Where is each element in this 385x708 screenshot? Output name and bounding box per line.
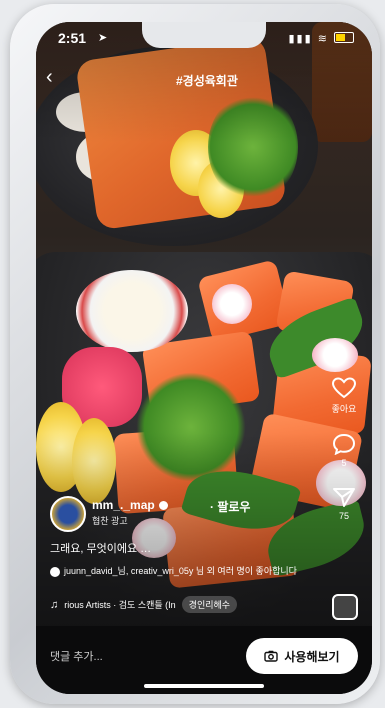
location-arrow-icon: ➤ bbox=[98, 32, 108, 44]
effect-label: 경인리헤수 bbox=[188, 600, 231, 610]
notch bbox=[142, 22, 266, 48]
back-icon[interactable]: ‹ bbox=[46, 66, 53, 89]
liked-by-row[interactable]: juunn_david_님, creativ_wri_05y 님 외 여러 명이… bbox=[50, 564, 297, 577]
signal-icon: ▮▮▮ bbox=[288, 33, 313, 45]
music-note-icon: ♫ bbox=[50, 599, 59, 611]
status-icons: ▮▮▮ ≋ bbox=[288, 31, 354, 45]
music-row[interactable]: ♫ rious Artists · 검도 스캔들 (In 경인리헤수 bbox=[50, 596, 238, 613]
username[interactable]: mm_._map bbox=[92, 498, 168, 512]
heart-icon bbox=[332, 377, 356, 399]
comment-count: 5 bbox=[341, 458, 347, 468]
action-column: 좋아요 5 75 bbox=[324, 377, 364, 539]
avatar[interactable] bbox=[50, 496, 86, 532]
share-button[interactable]: 75 bbox=[324, 486, 364, 521]
phone-frame: 2:51 ➤ ▮▮▮ ≋ ‹ #경성육회관 좋아요 5 75 mm_._map … bbox=[10, 4, 380, 704]
effect-chip[interactable]: 경인리헤수 bbox=[181, 596, 238, 613]
home-indicator bbox=[144, 684, 264, 688]
use-template-label: 사용해보기 bbox=[284, 649, 340, 664]
like-count: 좋아요 bbox=[331, 404, 357, 414]
comment-button[interactable]: 5 bbox=[324, 433, 364, 468]
verified-icon bbox=[158, 501, 168, 511]
battery-icon bbox=[334, 32, 354, 43]
wifi-icon: ≋ bbox=[317, 33, 329, 45]
username-text: mm_._map bbox=[92, 498, 155, 512]
comment-icon bbox=[332, 433, 356, 455]
music-artist: rious Artists · 검도 스캔들 (In bbox=[64, 600, 176, 610]
audio-thumbnail[interactable] bbox=[332, 594, 358, 620]
bottom-bar: 댓글 추가... 사용해보기 bbox=[36, 626, 372, 694]
comment-input[interactable]: 댓글 추가... bbox=[50, 648, 103, 664]
follow-button[interactable]: · 팔로우 bbox=[210, 498, 250, 515]
share-count: 75 bbox=[338, 511, 349, 521]
camera-icon bbox=[264, 650, 279, 662]
sponsored-label: 협찬 광고 bbox=[92, 516, 128, 526]
share-icon bbox=[333, 488, 355, 507]
like-button[interactable]: 좋아요 bbox=[324, 377, 364, 415]
photo-shade bbox=[36, 22, 372, 626]
liked-by-text: juunn_david_님, creativ_wri_05y 님 외 여러 명이… bbox=[64, 566, 297, 576]
reel-screen: 2:51 ➤ ▮▮▮ ≋ ‹ #경성육회관 좋아요 5 75 mm_._map … bbox=[36, 22, 372, 694]
food-photo[interactable] bbox=[36, 22, 372, 626]
liker-avatar bbox=[50, 566, 60, 577]
caption[interactable]: 그래요, 무엇이에요 … bbox=[50, 540, 151, 556]
clock: 2:51 bbox=[58, 30, 87, 46]
hashtag-label[interactable]: #경성육회관 bbox=[176, 72, 238, 89]
use-template-button[interactable]: 사용해보기 bbox=[246, 638, 358, 674]
